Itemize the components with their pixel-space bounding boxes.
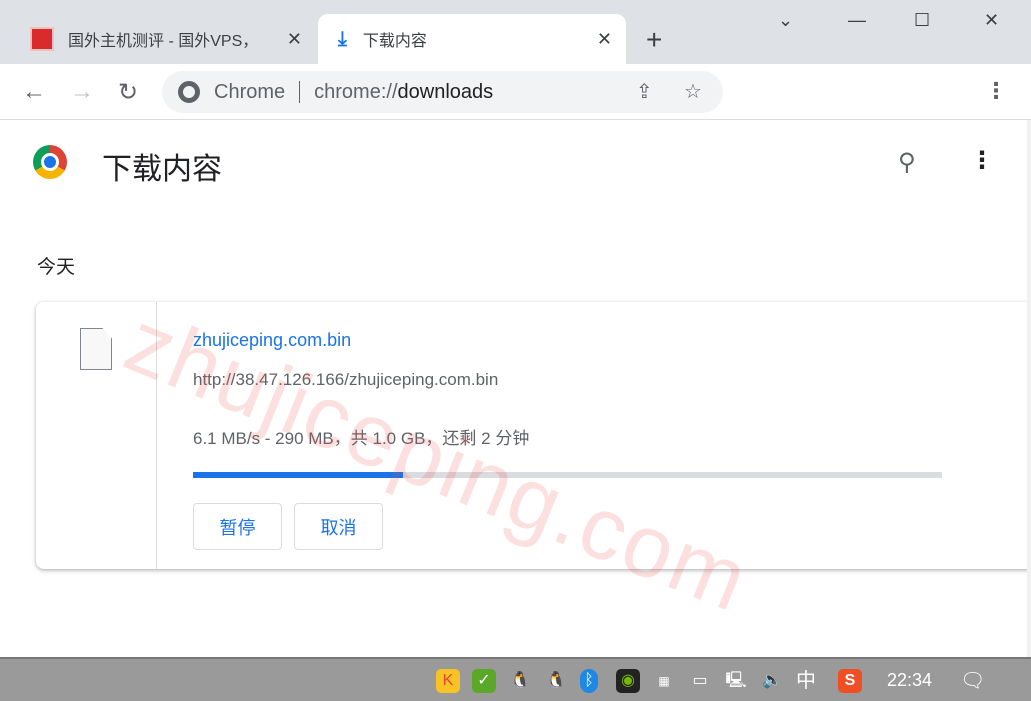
tab-close-icon[interactable]: ✕ — [287, 29, 302, 50]
qq-icon[interactable]: 🐧 — [508, 669, 532, 693]
chrome-logo-icon — [33, 145, 67, 179]
pause-button[interactable]: 暂停 — [193, 503, 282, 550]
qq-icon[interactable]: 🐧 — [544, 669, 568, 693]
bluetooth-icon[interactable]: ᛒ — [580, 669, 598, 693]
tab-close-icon[interactable]: ✕ — [597, 29, 612, 50]
new-tab-button[interactable]: + — [646, 24, 662, 56]
sogou-icon[interactable]: S — [838, 669, 862, 693]
progress-bar — [193, 472, 942, 478]
tab-zhujiceping[interactable]: 国外主机测评 - 国外VPS， ✕ — [20, 14, 316, 64]
url-host: downloads — [397, 80, 494, 103]
tab-strip: 国外主机测评 - 国外VPS， ✕ ⤓ 下载内容 ✕ + ⌄ — ☐ ✕ — [0, 0, 1031, 64]
divider — [299, 81, 301, 103]
toolbar: ← → ↻ Chrome chrome://downloads ⇪ ☆ ⋮ — [0, 64, 1031, 120]
tab-title: 国外主机测评 - 国外VPS， — [68, 33, 259, 50]
omnibox-chip: Chrome — [214, 80, 286, 103]
search-icon[interactable]: ⚲ — [898, 148, 916, 177]
browser-menu-icon[interactable]: ⋮ — [985, 78, 1007, 104]
divider — [156, 302, 157, 569]
file-name-link[interactable]: zhujiceping.com.bin — [193, 330, 351, 351]
source-url[interactable]: http://38.47.126.166/zhujiceping.com.bin — [193, 370, 498, 390]
tab-title: 下载内容 — [362, 33, 427, 50]
color-grid-icon[interactable]: ▦ — [652, 669, 676, 693]
network-icon[interactable]: 🖳 — [724, 669, 748, 693]
battery-icon[interactable]: ▭ — [688, 669, 712, 693]
minimize-button[interactable]: — — [848, 10, 866, 31]
cancel-button[interactable]: 取消 — [294, 503, 383, 550]
date-header: 今天 — [37, 257, 76, 278]
tab-search-button[interactable]: ⌄ — [778, 10, 793, 31]
site-favicon-icon — [30, 27, 54, 51]
bookmark-star-icon[interactable]: ☆ — [684, 79, 702, 104]
progress-fill — [193, 472, 403, 478]
notification-icon[interactable]: 🗨 — [960, 669, 985, 693]
download-icon: ⤓ — [338, 27, 347, 50]
more-actions-icon[interactable]: ⋮ — [970, 146, 994, 175]
scrollbar[interactable] — [1027, 120, 1031, 657]
download-status: 6.1 MB/s - 290 MB，共 1.0 GB，还剩 2 分钟 — [193, 429, 530, 448]
share-icon[interactable]: ⇪ — [636, 79, 653, 104]
reload-icon[interactable]: ↻ — [118, 78, 138, 107]
volume-icon[interactable]: 🔈 — [760, 669, 784, 693]
back-icon[interactable]: ← — [22, 78, 46, 106]
page-title: 下载内容 — [102, 153, 222, 186]
download-item: zhujiceping.com.bin http://38.47.126.166… — [36, 302, 1031, 569]
address-bar[interactable]: Chrome chrome://downloads ⇪ ☆ — [162, 71, 723, 113]
forward-icon[interactable]: → — [70, 78, 94, 106]
kugou-icon[interactable]: K — [436, 669, 460, 693]
file-icon — [80, 328, 112, 370]
window-close-button[interactable]: ✕ — [984, 10, 999, 31]
url-scheme: chrome:// — [314, 80, 398, 103]
taskbar: K ✓ 🐧 🐧 ᛒ ◉ ▦ ▭ 🖳 🔈 中 S 22:34 🗨 — [0, 657, 1031, 701]
chrome-icon — [178, 81, 200, 103]
clock[interactable]: 22:34 — [887, 670, 932, 691]
nvidia-icon[interactable]: ◉ — [616, 669, 640, 693]
ime-indicator[interactable]: 中 — [794, 669, 818, 693]
tab-downloads[interactable]: ⤓ 下载内容 ✕ — [318, 14, 626, 64]
security-icon[interactable]: ✓ — [472, 669, 496, 693]
url-text[interactable]: chrome://downloads — [314, 81, 493, 104]
maximize-button[interactable]: ☐ — [914, 10, 930, 31]
